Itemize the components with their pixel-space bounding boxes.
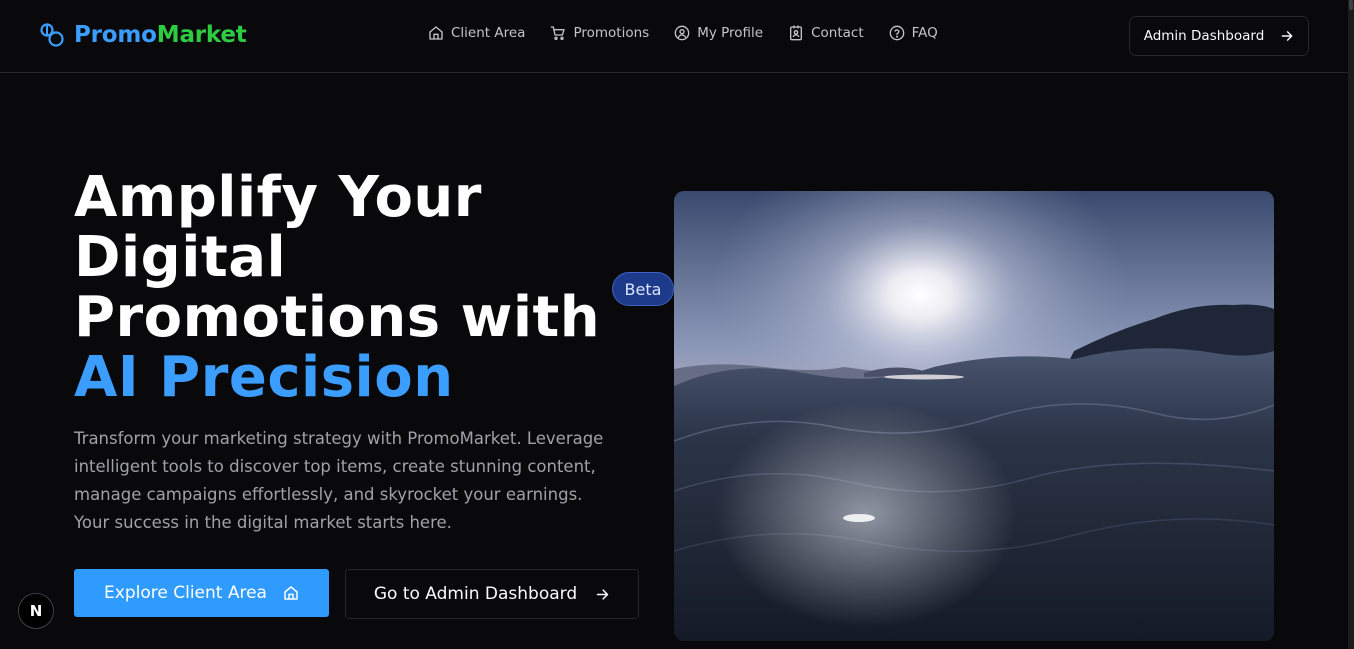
go-to-admin-dashboard-button[interactable]: Go to Admin Dashboard: [345, 569, 639, 619]
contact-card-icon: [790, 25, 803, 41]
hero-title-accent: AI Precision: [74, 345, 454, 410]
nav-item-faq[interactable]: FAQ: [889, 25, 938, 41]
ocean-sunset-image: [674, 191, 1274, 641]
beta-badge: Beta: [612, 272, 674, 306]
nav-label: Client Area: [451, 25, 526, 41]
hero-title: Amplify Your Digital Promotions with AI …: [74, 168, 634, 408]
arrow-right-icon: [596, 588, 609, 600]
explore-client-area-label: Explore Client Area: [104, 583, 267, 603]
admin-dashboard-button[interactable]: Admin Dashboard: [1129, 16, 1309, 56]
hero-title-line: Digital: [74, 225, 287, 290]
nav-label: Contact: [811, 25, 864, 41]
page: PromoMarket Client Area Promotions My Pr…: [0, 0, 1354, 649]
nav-label: FAQ: [911, 25, 938, 41]
hero-title-line: Promotions with: [74, 285, 601, 350]
nav-item-my-profile[interactable]: My Profile: [674, 25, 763, 41]
nav-label: Promotions: [573, 25, 650, 41]
dev-tools-badge[interactable]: N: [18, 593, 54, 629]
explore-client-area-button[interactable]: Explore Client Area: [74, 569, 329, 617]
help-circle-icon: [889, 25, 904, 41]
admin-dashboard-label: Admin Dashboard: [1143, 28, 1265, 44]
hero-footnote-cutoff: [74, 640, 574, 649]
logo-icon: [40, 23, 64, 47]
brand-name-part1: Promo: [74, 22, 157, 48]
nav-item-contact[interactable]: Contact: [788, 25, 864, 41]
scrollbar-thumb[interactable]: [1349, 0, 1353, 10]
cart-icon: [551, 26, 566, 40]
go-to-admin-dashboard-label: Go to Admin Dashboard: [373, 584, 578, 604]
brand-name-part2: Market: [156, 22, 247, 48]
nav-label: My Profile: [697, 25, 764, 41]
home-icon: [284, 586, 298, 600]
brand-logo[interactable]: PromoMarket: [38, 21, 247, 49]
top-navbar: PromoMarket Client Area Promotions My Pr…: [0, 0, 1354, 73]
home-icon: [429, 26, 443, 40]
nav-item-promotions[interactable]: Promotions: [550, 25, 649, 41]
main-nav: Client Area Promotions My Profile Contac…: [428, 25, 963, 41]
brand-name: PromoMarket: [74, 22, 247, 48]
hero-video[interactable]: [674, 191, 1274, 641]
arrow-right-icon: [1281, 31, 1293, 41]
hero-description: Transform your marketing strategy with P…: [74, 429, 604, 532]
page-scrollbar[interactable]: [1348, 0, 1354, 649]
hero-title-line: Amplify Your: [74, 165, 482, 230]
nav-item-client-area[interactable]: Client Area: [428, 25, 525, 41]
user-circle-icon: [674, 25, 690, 41]
